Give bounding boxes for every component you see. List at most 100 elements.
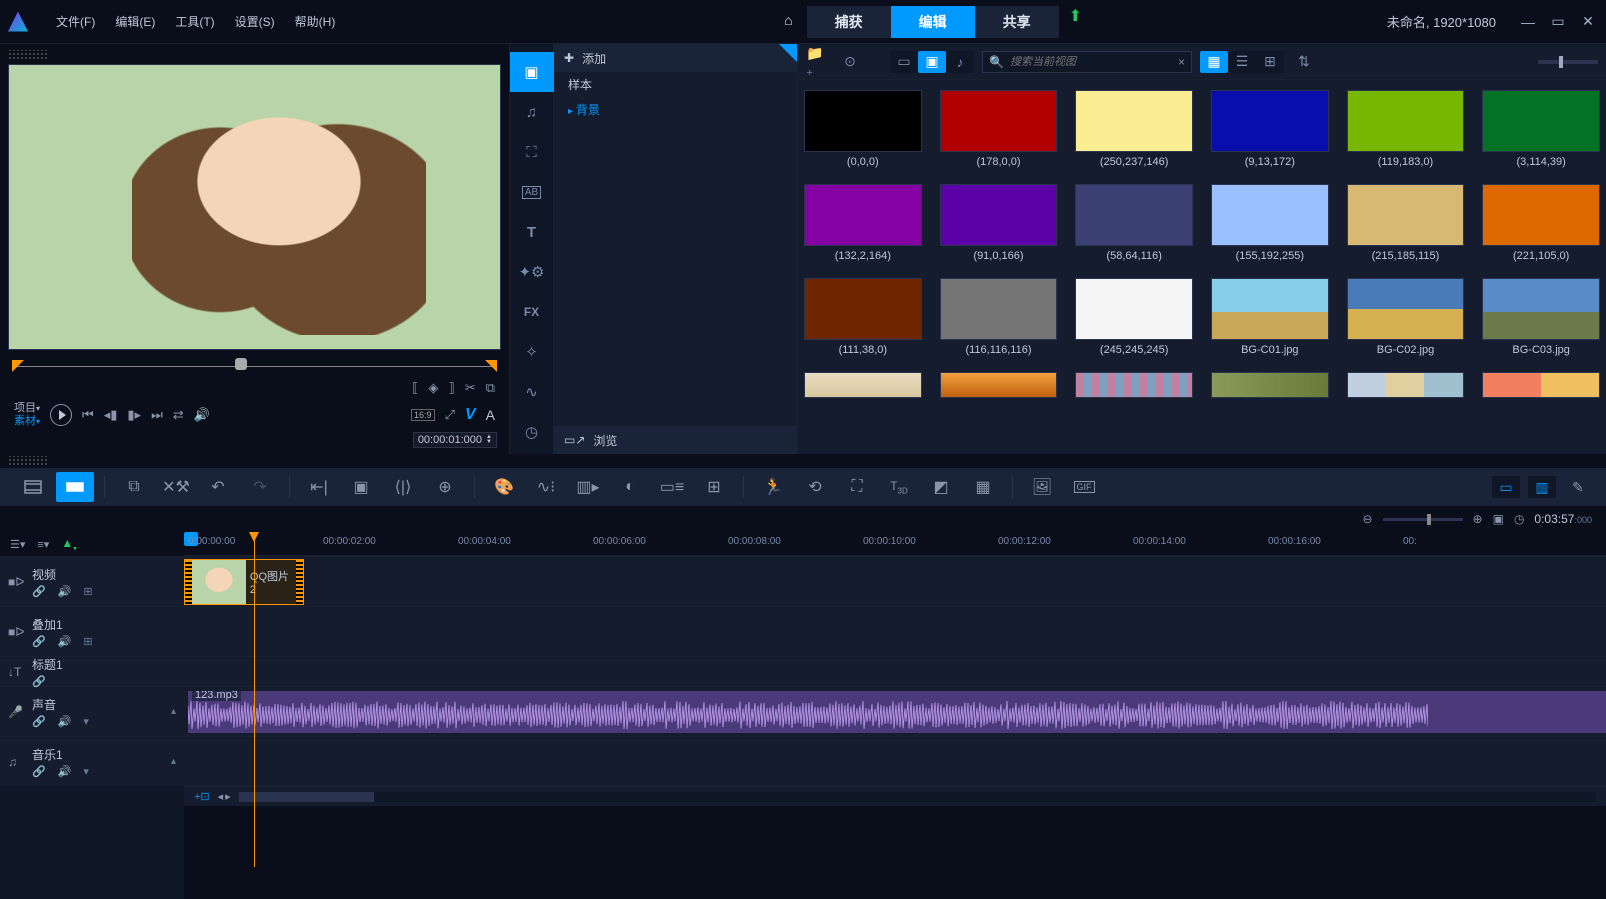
thumbnail-item[interactable] [940, 372, 1058, 398]
thumbnail-item[interactable]: (221,105,0) [1482, 184, 1600, 262]
track-header-音乐1[interactable]: ♫音乐1🔗🔊▾▴ [0, 736, 184, 786]
track-link-icon[interactable]: 🔗 [32, 635, 46, 648]
play-button[interactable] [50, 404, 72, 426]
track-grid-icon[interactable]: ⊞ [83, 585, 92, 598]
timecode-spinner[interactable]: ▲▼ [486, 435, 492, 445]
thumbnail-item[interactable]: (245,245,245) [1075, 278, 1193, 356]
tools-icon[interactable]: ✕⚒ [157, 472, 195, 502]
clock-icon[interactable]: ◷ [1514, 512, 1524, 526]
playhead[interactable] [254, 532, 255, 867]
thumbnail-item[interactable]: (215,185,115) [1347, 184, 1465, 262]
panel-toggle-2[interactable]: ▥ [1528, 476, 1556, 498]
clear-search-icon[interactable]: × [1178, 55, 1185, 69]
tree-background[interactable]: 背景 [554, 97, 797, 122]
tab-share[interactable]: 共享 [975, 6, 1059, 38]
ripple-icon[interactable]: ⊕ [426, 472, 464, 502]
title-tab-icon[interactable]: T [510, 212, 554, 252]
upload-icon[interactable]: ⬆ [1069, 6, 1082, 38]
track-header-叠加1[interactable]: ■ᐅ叠加1🔗🔊⊞ [0, 606, 184, 656]
film-icon[interactable]: ▦ [964, 472, 1002, 502]
timeline-drag-handle[interactable] [8, 456, 48, 466]
3d-text-icon[interactable]: T3D [880, 472, 918, 502]
tree-sample[interactable]: 样本 [554, 72, 797, 97]
thumbnail-item[interactable] [1347, 372, 1465, 398]
track-menu-2-icon[interactable]: ≡▾ [37, 538, 49, 551]
drag-handle-icon[interactable] [8, 50, 48, 60]
view-grid-icon[interactable]: ⊞ [1256, 51, 1284, 73]
transition-tab-icon[interactable]: ⛶ [510, 132, 554, 172]
tab-capture[interactable]: 捕获 [807, 6, 891, 38]
menu-edit[interactable]: 编辑(E) [105, 13, 165, 30]
add-folder-button[interactable]: ✚添加 [554, 44, 797, 72]
audio-clip[interactable]: 123.mp3 [188, 691, 1606, 733]
menu-file[interactable]: 文件(F) [46, 13, 105, 30]
blur-icon[interactable]: ◐ [611, 472, 649, 502]
track-add-icon[interactable]: ▲▾ [61, 536, 76, 552]
project-mode-label[interactable]: 项目▾ [14, 402, 40, 415]
scrollbar[interactable] [239, 792, 1596, 802]
zoom-slider[interactable] [1383, 518, 1463, 521]
track-sound-icon[interactable]: 🔊 [58, 765, 72, 778]
next-frame-icon[interactable]: ▮▸ [127, 407, 141, 423]
thumb-size-slider[interactable] [1538, 60, 1598, 64]
graphics-tab-icon[interactable]: ✦⚙ [510, 252, 554, 292]
view-thumb-icon[interactable]: ▦ [1200, 51, 1228, 73]
close-button[interactable]: ✕ [1578, 15, 1598, 29]
add-track-icon[interactable]: +⊡ [194, 790, 210, 803]
thumbnail-item[interactable]: (0,0,0) [804, 90, 922, 168]
track-lane-overlay[interactable] [184, 606, 1606, 656]
history-tab-icon[interactable]: ◷ [510, 412, 554, 452]
video-clip[interactable]: QQ图片2 [184, 559, 304, 605]
view-list-icon[interactable]: ☰ [1228, 51, 1256, 73]
minimize-button[interactable]: — [1518, 15, 1538, 29]
thumbnail-item[interactable]: BG-C02.jpg [1347, 278, 1465, 356]
go-end-icon[interactable]: ⏭ [151, 407, 163, 423]
track-lane-video[interactable]: QQ图片2 [184, 556, 1606, 606]
fit-icon[interactable]: ▣ [1493, 512, 1504, 526]
volume-icon[interactable]: 🔊 [194, 407, 210, 423]
gif-icon[interactable]: GIF [1065, 472, 1103, 502]
preview-scrubber[interactable] [14, 358, 495, 374]
menu-help[interactable]: 帮助(H) [285, 13, 346, 30]
track-area[interactable]: 0:00:00:0000:00:02:0000:00:04:0000:00:06… [184, 532, 1606, 899]
motion-icon[interactable]: 🏃 [754, 472, 792, 502]
loop-icon[interactable]: ⇄ [173, 407, 184, 423]
track-header-视频[interactable]: ■ᐅ视频🔗🔊⊞ [0, 556, 184, 606]
track-link-icon[interactable]: 🔗 [32, 585, 46, 598]
track-grid-icon[interactable]: ⊞ [83, 635, 92, 648]
thumbnail-item[interactable]: (58,64,116) [1075, 184, 1193, 262]
sort-icon[interactable]: ⇅ [1292, 51, 1316, 73]
tab-edit[interactable]: 编辑 [891, 6, 975, 38]
resize-icon[interactable]: ⤢ [445, 407, 455, 423]
text-tab-icon[interactable]: AB [510, 172, 554, 212]
filter-audio-icon[interactable]: ♪ [946, 51, 974, 73]
thumbnail-item[interactable]: (119,183,0) [1347, 90, 1465, 168]
color-wheel-icon[interactable]: 🎨 [485, 472, 523, 502]
thumbnail-item[interactable] [1482, 372, 1600, 398]
thumbnail-item[interactable] [1075, 372, 1193, 398]
material-mode-label[interactable]: 素材▾ [14, 415, 40, 428]
audio-tab-icon[interactable]: ♫ [510, 92, 554, 132]
scroll-right-icon[interactable]: ▸ [225, 790, 231, 803]
timeline-view-icon[interactable] [56, 472, 94, 502]
cut-icon[interactable]: ✂ [465, 380, 476, 396]
split-icon[interactable]: ⟨|⟩ [384, 472, 422, 502]
prev-frame-icon[interactable]: ◂▮ [104, 407, 118, 423]
edit-panel-icon[interactable]: ✎ [1564, 476, 1592, 498]
filter-image-icon[interactable]: ▣ [918, 51, 946, 73]
mark-out-icon[interactable]: ⟧ [448, 380, 454, 396]
thumbnail-item[interactable]: (3,114,39) [1482, 90, 1600, 168]
track-lane-title[interactable] [184, 656, 1606, 686]
audio-mode-icon[interactable]: A [486, 407, 495, 423]
path-tab-icon[interactable]: ∿ [510, 372, 554, 412]
preview-viewport[interactable] [8, 64, 501, 350]
mark-in-icon[interactable]: ⟦ [412, 380, 418, 396]
undo-icon[interactable]: ↶ [199, 472, 237, 502]
caption-icon[interactable]: ▭≡ [653, 472, 691, 502]
track-lane-voice[interactable]: 123.mp3 [184, 686, 1606, 736]
go-start-icon[interactable]: ⏮ [82, 407, 94, 423]
media-tab-icon[interactable]: ▣ [510, 52, 554, 92]
track-expand-icon[interactable]: ▾ [83, 715, 89, 728]
timeline-ruler[interactable]: 0:00:00:0000:00:02:0000:00:04:0000:00:06… [184, 532, 1606, 556]
thumbnail-item[interactable]: (116,116,116) [940, 278, 1058, 356]
